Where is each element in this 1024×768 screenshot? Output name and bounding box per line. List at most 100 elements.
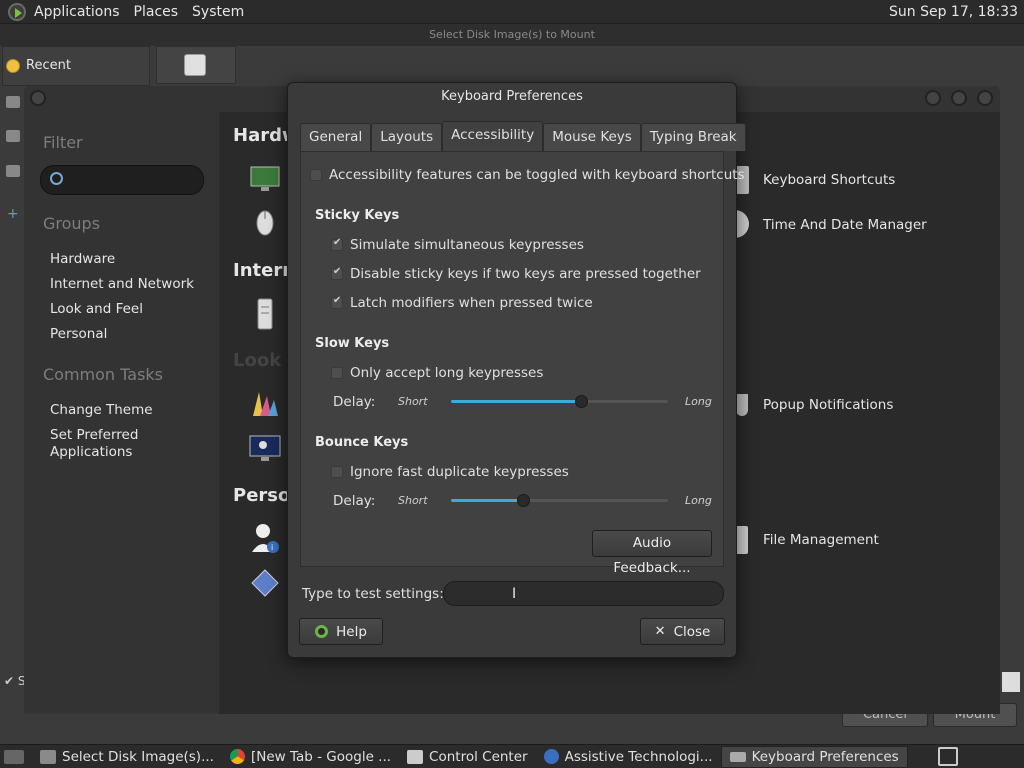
notification-icon[interactable] xyxy=(736,394,748,416)
slow-keys-title: Slow Keys xyxy=(315,336,390,351)
latch-checkbox[interactable] xyxy=(331,295,343,309)
drive-icon[interactable] xyxy=(6,165,20,177)
bounce-long-label: Long xyxy=(685,494,712,507)
bounce-ignore-label: Ignore fast duplicate keypresses xyxy=(350,464,569,480)
filter-search-input[interactable] xyxy=(40,165,204,195)
keyboard-icon xyxy=(729,751,746,762)
tab-bar: General Layouts Accessibility Mouse Keys… xyxy=(300,121,746,153)
applications-menu[interactable]: Applications xyxy=(34,4,120,20)
bounce-delay-knob[interactable] xyxy=(516,494,530,507)
recent-label: Recent xyxy=(26,58,71,73)
slow-delay-label: Delay: xyxy=(333,394,376,410)
bounce-ignore-row[interactable]: Ignore fast duplicate keypresses xyxy=(331,464,569,480)
group-look-feel[interactable]: Look and Feel xyxy=(50,301,143,317)
accessibility-icon xyxy=(543,749,559,764)
latch-row[interactable]: Latch modifiers when pressed twice xyxy=(331,295,593,311)
text-cursor-icon: I xyxy=(512,586,517,602)
close-label: Close xyxy=(673,623,711,640)
bounce-ignore-checkbox[interactable] xyxy=(331,466,343,478)
scroll-down-arrow-icon[interactable] xyxy=(1002,672,1020,692)
clock[interactable]: Sun Sep 17, 18:33 xyxy=(889,4,1018,20)
task-change-theme[interactable]: Change Theme xyxy=(50,402,153,418)
section-internet: Intern xyxy=(233,260,296,281)
tab-general[interactable]: General xyxy=(300,123,372,151)
mouse-icon[interactable] xyxy=(250,207,280,237)
show-desktop-button[interactable] xyxy=(0,746,32,768)
minimize-icon[interactable] xyxy=(925,90,941,106)
test-settings-label: Type to test settings: xyxy=(302,586,444,602)
toggle-shortcuts-checkbox[interactable] xyxy=(310,169,322,181)
disable-sticky-checkbox[interactable] xyxy=(331,266,343,280)
file-management-item[interactable]: File Management xyxy=(763,532,879,548)
test-settings-input[interactable] xyxy=(443,581,724,606)
simulate-checkbox[interactable] xyxy=(331,237,343,251)
network-device-icon[interactable] xyxy=(250,297,280,330)
tab-typing-break[interactable]: Typing Break xyxy=(640,123,746,151)
group-hardware[interactable]: Hardware xyxy=(50,251,115,267)
simulate-label: Simulate simultaneous keypresses xyxy=(350,237,584,253)
show-hidden-checkbox[interactable]: ✔ S xyxy=(4,674,26,688)
appearance-icon[interactable] xyxy=(250,388,280,418)
main-menu-icon[interactable] xyxy=(250,568,280,598)
taskbar-item-control-center[interactable]: Control Center xyxy=(399,746,536,768)
maximize-icon[interactable] xyxy=(951,90,967,106)
taskbar-item-browser[interactable]: [New Tab - Google ... xyxy=(222,746,399,768)
help-label: Help xyxy=(336,623,367,640)
taskbar-item-keyboard-prefs[interactable]: Keyboard Preferences xyxy=(720,745,908,768)
bounce-delay-slider[interactable] xyxy=(451,499,668,502)
section-look: Look xyxy=(233,350,282,371)
checkmark-icon: ✔ xyxy=(4,674,15,688)
time-date-item[interactable]: Time And Date Manager xyxy=(763,217,927,233)
simulate-row[interactable]: Simulate simultaneous keypresses xyxy=(331,237,584,253)
window-menu-icon[interactable] xyxy=(30,90,46,106)
disable-sticky-row[interactable]: Disable sticky keys if two keys are pres… xyxy=(331,266,701,282)
home-icon[interactable] xyxy=(6,96,20,108)
taskbar-label: Select Disk Image(s)... xyxy=(62,748,214,765)
control-center-icon xyxy=(407,749,424,764)
slow-only-accept-row[interactable]: Only accept long keypresses xyxy=(331,365,543,381)
screensaver-icon[interactable] xyxy=(249,434,281,464)
places-item-recent[interactable]: Recent xyxy=(6,58,71,73)
group-internet-network[interactable]: Internet and Network xyxy=(50,276,194,292)
close-button[interactable]: ✕ Close xyxy=(640,618,725,645)
folder-icon[interactable] xyxy=(6,130,20,142)
toggle-shortcuts-label: Accessibility features can be toggled wi… xyxy=(329,167,745,183)
taskbar-item-assistive[interactable]: Assistive Technologi... xyxy=(536,746,721,768)
file-cabinet-icon[interactable] xyxy=(736,526,748,554)
system-menu[interactable]: System xyxy=(192,4,244,20)
path-button[interactable] xyxy=(184,54,206,76)
places-menu[interactable]: Places xyxy=(134,4,179,20)
about-me-icon[interactable]: i xyxy=(250,522,280,553)
close-icon: ✕ xyxy=(654,624,666,639)
display-icon[interactable] xyxy=(250,164,280,194)
add-bookmark-icon[interactable]: + xyxy=(7,206,19,222)
common-tasks-heading: Common Tasks xyxy=(43,365,164,384)
close-window-icon[interactable] xyxy=(977,90,993,106)
bounce-delay-label: Delay: xyxy=(333,493,376,509)
slow-only-accept-checkbox[interactable] xyxy=(331,367,343,379)
recent-icon xyxy=(6,58,20,73)
workspace-switcher-icon[interactable] xyxy=(938,747,958,766)
group-personal[interactable]: Personal xyxy=(50,326,107,342)
distro-logo-icon[interactable] xyxy=(8,2,26,21)
groups-heading: Groups xyxy=(43,214,101,233)
toggle-shortcuts-row[interactable]: Accessibility features can be toggled wi… xyxy=(310,167,745,183)
help-button[interactable]: Help xyxy=(299,618,383,645)
slow-only-accept-label: Only accept long keypresses xyxy=(350,365,544,381)
tab-mouse-keys[interactable]: Mouse Keys xyxy=(543,123,641,151)
disable-sticky-label: Disable sticky keys if two keys are pres… xyxy=(350,266,701,282)
tab-layouts[interactable]: Layouts xyxy=(371,123,443,151)
tab-accessibility[interactable]: Accessibility xyxy=(442,121,544,151)
audio-feedback-button[interactable]: Audio Feedback... xyxy=(592,530,712,576)
popup-notifications-item[interactable]: Popup Notifications xyxy=(763,397,893,413)
dialog-title: Keyboard Preferences xyxy=(441,89,583,104)
chrome-icon xyxy=(229,749,245,764)
filter-heading: Filter xyxy=(43,133,83,152)
bounce-short-label: Short xyxy=(398,494,428,507)
taskbar-item-file-chooser[interactable]: Select Disk Image(s)... xyxy=(32,746,222,768)
task-set-preferred-apps[interactable]: Set Preferred Applications xyxy=(50,427,170,461)
keyboard-shortcuts-item[interactable]: Keyboard Shortcuts xyxy=(763,172,895,188)
window-icon xyxy=(40,749,56,764)
taskbar-label: Assistive Technologi... xyxy=(564,748,713,765)
slow-delay-slider[interactable] xyxy=(451,400,668,403)
